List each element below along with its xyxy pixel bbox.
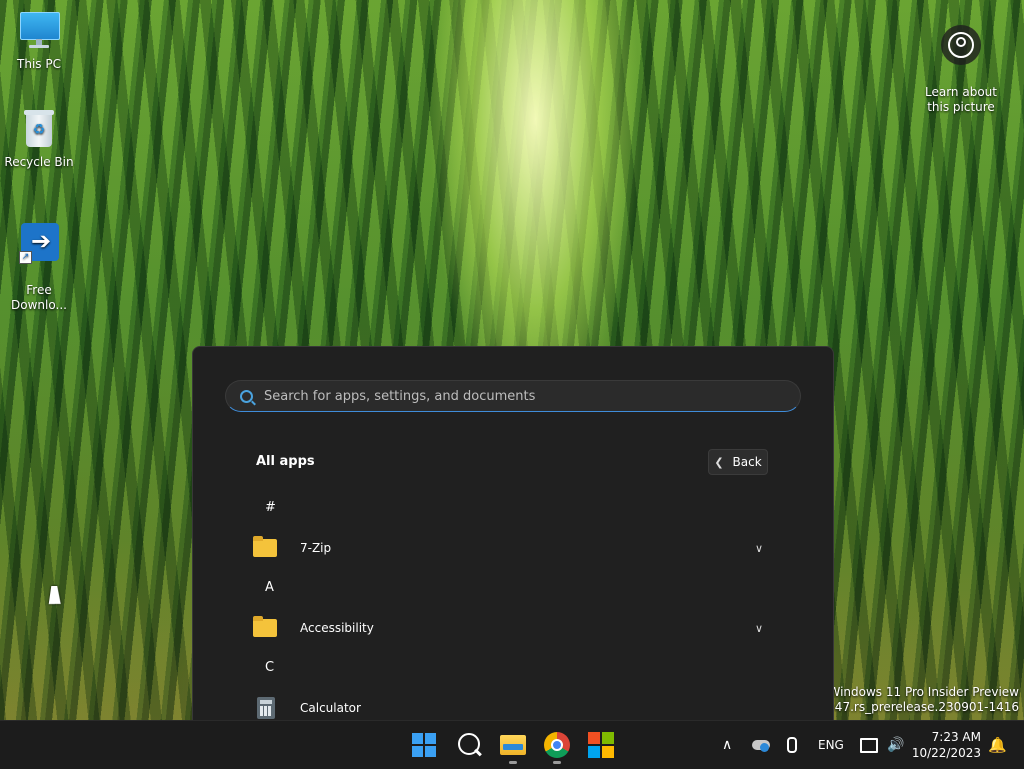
chrome-icon (544, 732, 570, 758)
group-letter-c[interactable]: C (265, 660, 274, 675)
search-icon (240, 389, 253, 403)
desktop-icon-label: Recycle Bin (4, 155, 74, 169)
camera-info-icon (941, 25, 981, 65)
all-apps-title: All apps (256, 454, 315, 469)
desktop-icon-label: Free Downlo... (11, 283, 67, 312)
notifications-button[interactable]: 🔔 (988, 721, 1007, 769)
app-label: Accessibility (300, 621, 374, 635)
recycle-bin-icon: ♻ (17, 108, 61, 152)
desktop-icon-recycle-bin[interactable]: ♻ Recycle Bin (4, 108, 74, 170)
folder-icon (253, 616, 277, 637)
start-button[interactable] (409, 730, 439, 760)
microsoft-store-button[interactable] (586, 730, 616, 760)
calculator-icon (257, 697, 275, 719)
start-icon (412, 733, 436, 757)
onedrive-icon (752, 740, 770, 752)
free-download-manager-icon: ➔ ↗ (17, 221, 61, 265)
learn-about-label: Learn about this picture (925, 85, 997, 114)
microsoft-store-icon (588, 732, 614, 758)
start-search-box[interactable]: Search for apps, settings, and documents (225, 380, 801, 412)
language-indicator[interactable]: ENG (818, 721, 844, 769)
folder-icon (253, 536, 277, 557)
app-list-item-accessibility[interactable]: Accessibility ∨ (253, 615, 773, 641)
app-list-item-calculator[interactable]: Calculator (253, 695, 773, 721)
file-explorer-icon (500, 735, 526, 755)
file-explorer-button[interactable] (498, 730, 528, 764)
desktop-icon-label: This PC (17, 57, 61, 71)
back-label: Back (732, 455, 762, 469)
desktop-icon-this-pc[interactable]: This PC (4, 10, 74, 72)
search-input[interactable]: Search for apps, settings, and documents (264, 389, 535, 404)
chevron-down-icon[interactable]: ∨ (755, 542, 763, 555)
bell-icon: 🔔 (988, 736, 1007, 754)
chevron-up-icon: ∧ (722, 737, 733, 753)
app-label: 7-Zip (300, 541, 332, 555)
desktop-icon-free-download-manager[interactable]: ➔ ↗ Free Downlo... (4, 206, 74, 328)
taskbar: ∧ ENG 🔊 7:23 AM 10/22/2023 🔔 (0, 720, 1024, 769)
volume-icon: 🔊 (887, 737, 905, 753)
app-list-item-7zip[interactable]: 7-Zip ∨ (253, 535, 773, 561)
show-hidden-icons-button[interactable]: ∧ (722, 721, 732, 769)
language-label: ENG (818, 738, 844, 752)
network-icon (860, 737, 878, 753)
clock-time: 7:23 AM (931, 730, 981, 744)
start-menu: Search for apps, settings, and documents… (192, 346, 834, 721)
onedrive-button[interactable] (752, 721, 770, 769)
quick-settings-button[interactable]: 🔊 (860, 721, 904, 769)
chevron-down-icon[interactable]: ∨ (755, 622, 763, 635)
learn-about-picture[interactable]: Learn about this picture (916, 10, 1006, 130)
group-letter-hash[interactable]: # (265, 500, 276, 515)
clock-date: 10/22/2023 (911, 746, 981, 760)
microphone-button[interactable] (787, 721, 797, 769)
taskbar-search-button[interactable] (454, 730, 484, 760)
mouse-cursor-icon (48, 586, 64, 604)
app-label: Calculator (300, 701, 361, 715)
chevron-left-icon: ❮ (714, 455, 724, 469)
microphone-icon (787, 737, 797, 753)
group-letter-a[interactable]: A (265, 580, 274, 595)
chrome-button[interactable] (542, 730, 572, 764)
monitor-icon (17, 10, 61, 54)
clock[interactable]: 7:23 AM 10/22/2023 (912, 729, 981, 761)
back-button[interactable]: ❮ Back (708, 449, 768, 475)
